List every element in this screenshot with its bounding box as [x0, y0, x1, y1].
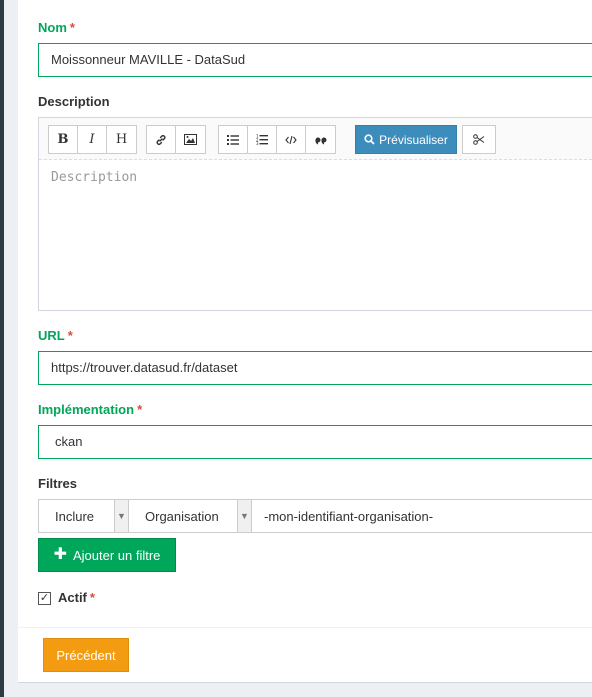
url-input[interactable]: https://trouver.datasud.fr/dataset: [38, 351, 592, 385]
bold-button[interactable]: B: [49, 126, 78, 153]
actif-label: Actif *: [58, 590, 95, 605]
required-marker: *: [67, 328, 73, 343]
filter-type-select[interactable]: Inclure: [39, 500, 114, 532]
link-icon[interactable]: [147, 126, 176, 153]
image-icon[interactable]: [176, 126, 205, 153]
ordered-list-icon[interactable]: 123: [248, 126, 277, 153]
format-group: B I H: [48, 125, 137, 154]
implementation-label-text: Implémentation: [38, 402, 135, 417]
scissors-icon[interactable]: [463, 126, 495, 153]
actif-checkbox[interactable]: ✓: [38, 592, 51, 605]
filter-field-select[interactable]: Organisation: [129, 500, 237, 532]
required-marker: *: [137, 402, 143, 417]
nom-label-text: Nom: [38, 20, 67, 35]
previous-button[interactable]: Précédent: [43, 638, 129, 672]
chevron-down-icon[interactable]: ▼: [237, 500, 252, 532]
preview-button[interactable]: Prévisualiser: [355, 125, 457, 154]
required-marker: *: [69, 20, 75, 35]
filter-value-input[interactable]: -mon-identifiant-organisation-: [252, 500, 592, 532]
footer-divider: [18, 627, 592, 628]
check-icon: ✓: [39, 592, 50, 604]
quote-icon[interactable]: [306, 126, 335, 153]
plus-icon: ✚: [53, 546, 67, 563]
preview-label: Prévisualiser: [379, 132, 448, 147]
filtres-label: Filtres: [38, 476, 78, 491]
description-textarea[interactable]: Description: [39, 160, 592, 195]
page-bottom: [18, 682, 592, 697]
svg-text:3: 3: [256, 141, 259, 145]
heading-button[interactable]: H: [107, 126, 136, 153]
filter-row: Inclure ▼ Organisation ▼ -mon-identifian…: [38, 499, 592, 533]
form-panel: Nom * Moissonneur MAVILLE - DataSud Descr…: [18, 0, 592, 682]
url-label: URL *: [38, 328, 73, 343]
unordered-list-icon[interactable]: [219, 126, 248, 153]
implementation-label: Implémentation *: [38, 402, 142, 417]
nom-input[interactable]: Moissonneur MAVILLE - DataSud: [38, 43, 592, 77]
description-editor: B I H 123 Prévisualiser Description: [38, 117, 592, 311]
sidebar-edge: [0, 0, 18, 697]
description-label: Description: [38, 94, 110, 109]
nom-label: Nom *: [38, 20, 75, 35]
tools-group: [462, 125, 496, 154]
code-icon[interactable]: [277, 126, 306, 153]
sidebar-strip: [0, 0, 4, 697]
editor-toolbar: B I H 123 Prévisualiser: [39, 118, 592, 160]
url-label-text: URL: [38, 328, 65, 343]
insert-group: [146, 125, 206, 154]
actif-label-text: Actif: [58, 590, 87, 605]
add-filter-label: Ajouter un filtre: [72, 547, 161, 563]
italic-button[interactable]: I: [78, 126, 107, 153]
search-icon: [364, 134, 375, 145]
required-marker: *: [89, 590, 95, 605]
add-filter-button[interactable]: ✚ Ajouter un filtre: [38, 538, 176, 572]
list-group: 123: [218, 125, 336, 154]
implementation-select[interactable]: ckan: [38, 425, 592, 459]
chevron-down-icon[interactable]: ▼: [114, 500, 129, 532]
